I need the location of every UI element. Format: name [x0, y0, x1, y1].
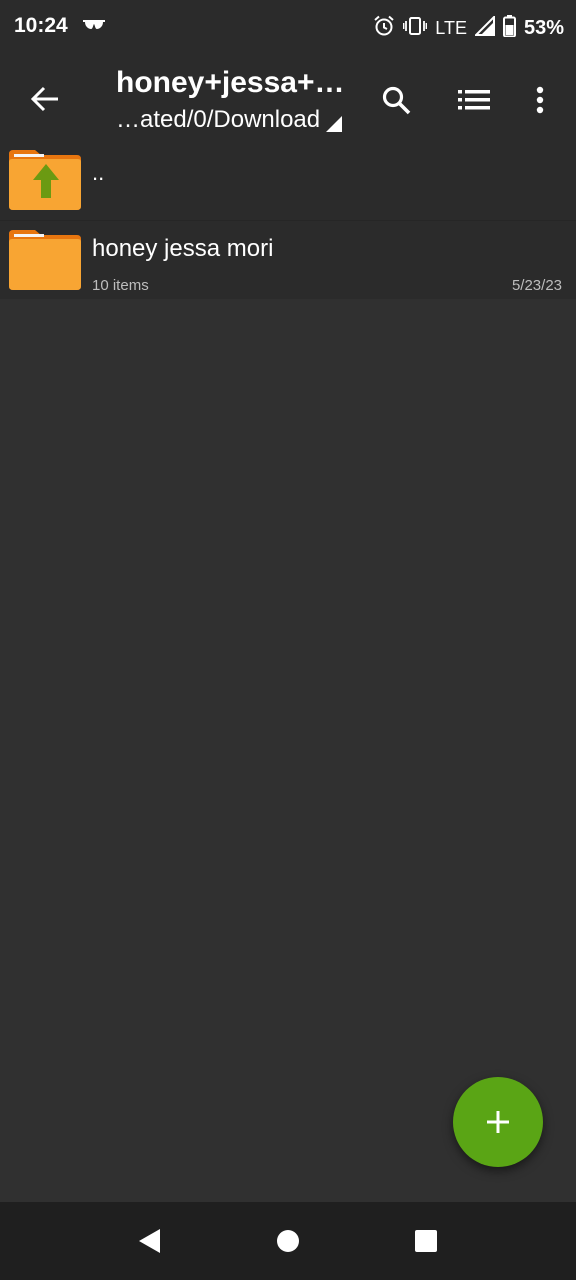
- status-bar: 10:24 LTE 53%: [0, 0, 576, 56]
- item-name: honey jessa mori: [92, 235, 274, 262]
- item-count: 10 items: [92, 277, 149, 294]
- path-label: …ated/0/Download: [116, 106, 321, 133]
- nav-home-icon: [277, 1230, 299, 1252]
- parent-folder-row[interactable]: ..: [0, 142, 576, 220]
- list-item[interactable]: honey jessa mori 10 items 5/23/23: [0, 220, 576, 299]
- system-nav-bar: [0, 1202, 576, 1280]
- nav-back-button[interactable]: [132, 1224, 166, 1258]
- nav-recents-button[interactable]: [409, 1224, 443, 1258]
- status-time: 10:24: [14, 14, 68, 37]
- dropdown-triangle-icon: [326, 116, 343, 132]
- parent-folder-label: ..: [92, 160, 105, 185]
- add-button[interactable]: [453, 1077, 543, 1167]
- back-button[interactable]: [22, 78, 68, 120]
- folder-icon: [9, 230, 81, 290]
- folder-title: honey+jessa+…: [116, 66, 345, 99]
- arrow-back-icon: [30, 86, 58, 112]
- list-view-icon: [458, 90, 490, 110]
- folder-up-icon: [9, 150, 81, 210]
- nav-recents-icon: [415, 1230, 437, 1252]
- battery-icon: [502, 14, 516, 42]
- alarm-icon: [373, 15, 395, 42]
- network-type: LTE: [435, 17, 467, 38]
- item-date: 5/23/23: [511, 277, 562, 294]
- nav-back-icon: [139, 1229, 160, 1253]
- vibrate-icon: [402, 16, 428, 41]
- app-bar: honey+jessa+… …ated/0/Download: [0, 56, 576, 142]
- glasses-icon: [82, 18, 106, 37]
- nav-home-button[interactable]: [271, 1224, 305, 1258]
- status-icons: LTE 53%: [373, 14, 564, 42]
- search-button[interactable]: [374, 78, 418, 122]
- list-view-button[interactable]: [452, 78, 496, 122]
- battery-percent: 53%: [523, 16, 564, 39]
- path-dropdown[interactable]: …ated/0/Download: [116, 106, 343, 134]
- search-icon: [382, 86, 411, 115]
- more-options-button[interactable]: [518, 78, 562, 122]
- more-vert-icon: [536, 86, 544, 114]
- file-list: .. honey jessa mori 10 items 5/23/23: [0, 142, 576, 299]
- plus-icon: [487, 1111, 509, 1133]
- signal-icon: [473, 14, 495, 41]
